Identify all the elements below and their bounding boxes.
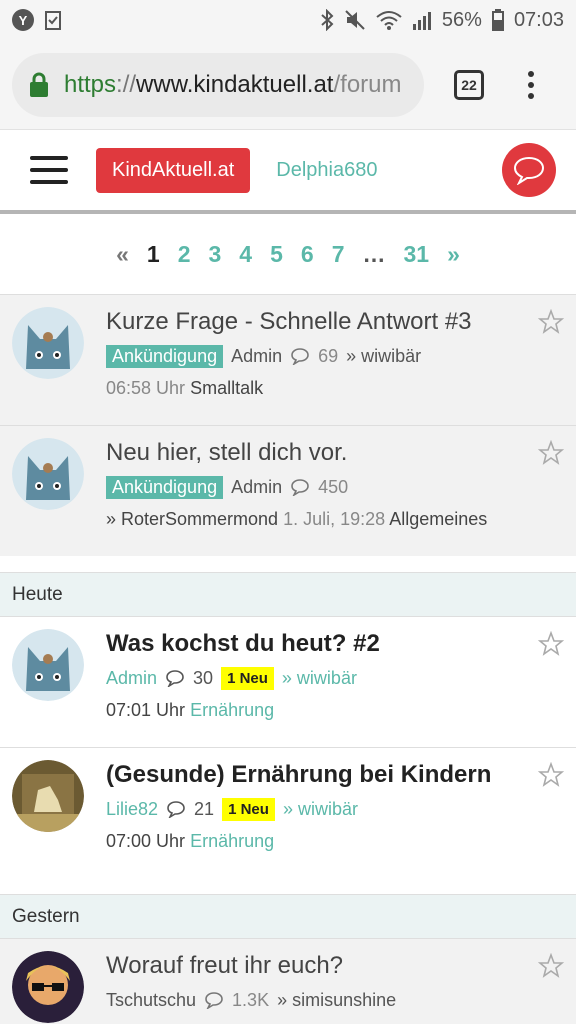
tab-switcher-button[interactable]: 22 bbox=[454, 69, 484, 100]
topic-time: 1. Juli, 19:28 bbox=[283, 509, 386, 529]
last-poster[interactable]: » wiwibär bbox=[282, 668, 357, 689]
page-last[interactable]: 31 bbox=[394, 241, 438, 268]
last-poster[interactable]: » RoterSommermond bbox=[106, 509, 278, 529]
chat-icon[interactable] bbox=[502, 143, 556, 197]
hamburger-menu-icon[interactable] bbox=[30, 156, 68, 184]
topic-row[interactable]: Was kochst du heut? #2 Admin 30 1 Neu » … bbox=[0, 616, 576, 747]
last-poster[interactable]: » simisunshine bbox=[277, 990, 396, 1011]
announcement-tag: Ankündigung bbox=[106, 344, 224, 368]
topic-title[interactable]: (Gesunde) Ernährung bei Kindern bbox=[106, 760, 576, 790]
site-header: KindAktuell.at Delphia680 bbox=[0, 130, 576, 210]
avatar bbox=[12, 951, 84, 1023]
clock: 07:03 bbox=[513, 8, 564, 31]
page-7[interactable]: 7 bbox=[323, 241, 354, 268]
mute-icon bbox=[344, 9, 366, 31]
reply-count: 21 bbox=[194, 798, 215, 819]
browser-menu-icon[interactable] bbox=[528, 70, 534, 99]
topic-author[interactable]: Tschutschu bbox=[106, 990, 196, 1011]
site-logo-button[interactable]: KindAktuell.at bbox=[96, 147, 251, 193]
wifi-icon bbox=[376, 10, 402, 30]
lock-icon bbox=[30, 72, 48, 97]
comment-icon bbox=[167, 801, 185, 818]
page-5[interactable]: 5 bbox=[261, 241, 292, 268]
comment-icon bbox=[291, 479, 309, 496]
url-path: /forum bbox=[333, 70, 402, 98]
star-icon[interactable] bbox=[538, 762, 564, 788]
star-icon[interactable] bbox=[538, 631, 564, 657]
topic-time: 07:00 Uhr bbox=[106, 831, 186, 851]
reply-count: 450 bbox=[318, 476, 349, 497]
username-link[interactable]: Delphia680 bbox=[276, 159, 377, 182]
status-bar: Y 56% 07:03 bbox=[0, 0, 576, 40]
topic-category[interactable]: Ernährung bbox=[190, 700, 274, 720]
topic-category[interactable]: Allgemeines bbox=[389, 509, 487, 529]
pagination-next[interactable]: » bbox=[438, 241, 469, 268]
new-badge[interactable]: 1 Neu bbox=[222, 797, 275, 821]
url-host: www.kindaktuell.at bbox=[136, 70, 334, 98]
browser-toolbar: https://www.kindaktuell.at/forum 22 bbox=[0, 40, 576, 130]
topic-time: 07:01 Uhr bbox=[106, 700, 186, 720]
signal-icon bbox=[412, 10, 432, 30]
reply-count: 1.3K bbox=[232, 989, 270, 1010]
topic-time: 06:58 Uhr bbox=[106, 378, 186, 398]
page-2[interactable]: 2 bbox=[169, 241, 200, 268]
topic-row[interactable]: Neu hier, stell dich vor. Ankündigung Ad… bbox=[0, 425, 576, 556]
page-3[interactable]: 3 bbox=[200, 241, 231, 268]
page-6[interactable]: 6 bbox=[292, 241, 323, 268]
topic-author[interactable]: Admin bbox=[106, 668, 157, 689]
page-1[interactable]: 1 bbox=[138, 241, 169, 268]
topic-author[interactable]: Admin bbox=[231, 346, 282, 367]
topic-row[interactable]: (Gesunde) Ernährung bei Kindern Lilie82 … bbox=[0, 747, 576, 878]
topic-row[interactable]: Worauf freut ihr euch? Tschutschu 1.3K »… bbox=[0, 938, 576, 1024]
topic-author[interactable]: Admin bbox=[231, 477, 282, 498]
star-icon[interactable] bbox=[538, 309, 564, 335]
last-poster[interactable]: » wiwibär bbox=[346, 346, 421, 367]
avatar bbox=[12, 438, 84, 510]
bluetooth-icon bbox=[320, 9, 334, 31]
star-icon[interactable] bbox=[538, 440, 564, 466]
section-header-yesterday: Gestern bbox=[0, 894, 576, 938]
topic-title[interactable]: Worauf freut ihr euch? bbox=[106, 951, 576, 981]
url-bar[interactable]: https://www.kindaktuell.at/forum bbox=[12, 52, 424, 117]
battery-percent: 56% bbox=[441, 8, 482, 31]
reply-count: 30 bbox=[193, 667, 214, 688]
page-4[interactable]: 4 bbox=[230, 241, 261, 268]
clipboard-check-icon bbox=[44, 10, 62, 30]
reply-count: 69 bbox=[318, 345, 339, 366]
topic-author[interactable]: Lilie82 bbox=[106, 799, 158, 820]
section-header-today: Heute bbox=[0, 572, 576, 616]
avatar bbox=[12, 760, 84, 832]
avatar bbox=[12, 629, 84, 701]
star-icon[interactable] bbox=[538, 953, 564, 979]
comment-icon bbox=[291, 348, 309, 365]
comment-icon bbox=[166, 670, 184, 687]
url-separator: :// bbox=[116, 70, 137, 98]
avatar bbox=[12, 307, 84, 379]
topic-title[interactable]: Was kochst du heut? #2 bbox=[106, 629, 576, 659]
topic-category[interactable]: Ernährung bbox=[190, 831, 274, 851]
url-scheme: https bbox=[64, 70, 117, 98]
pagination: « 1 2 3 4 5 6 7 … 31 » bbox=[0, 214, 576, 294]
last-poster[interactable]: » wiwibär bbox=[283, 799, 358, 820]
topic-title[interactable]: Kurze Frage - Schnelle Antwort #3 bbox=[106, 307, 576, 337]
comment-icon bbox=[205, 992, 223, 1009]
topic-category[interactable]: Smalltalk bbox=[190, 378, 263, 398]
announcement-tag: Ankündigung bbox=[106, 475, 224, 499]
new-badge[interactable]: 1 Neu bbox=[221, 666, 274, 690]
topic-title[interactable]: Neu hier, stell dich vor. bbox=[106, 438, 576, 468]
battery-icon bbox=[491, 9, 504, 31]
topic-row[interactable]: Kurze Frage - Schnelle Antwort #3 Ankünd… bbox=[0, 294, 576, 425]
notification-app-icon: Y bbox=[12, 9, 34, 31]
pagination-prev[interactable]: « bbox=[107, 241, 138, 268]
pagination-ellipsis: … bbox=[362, 240, 386, 267]
